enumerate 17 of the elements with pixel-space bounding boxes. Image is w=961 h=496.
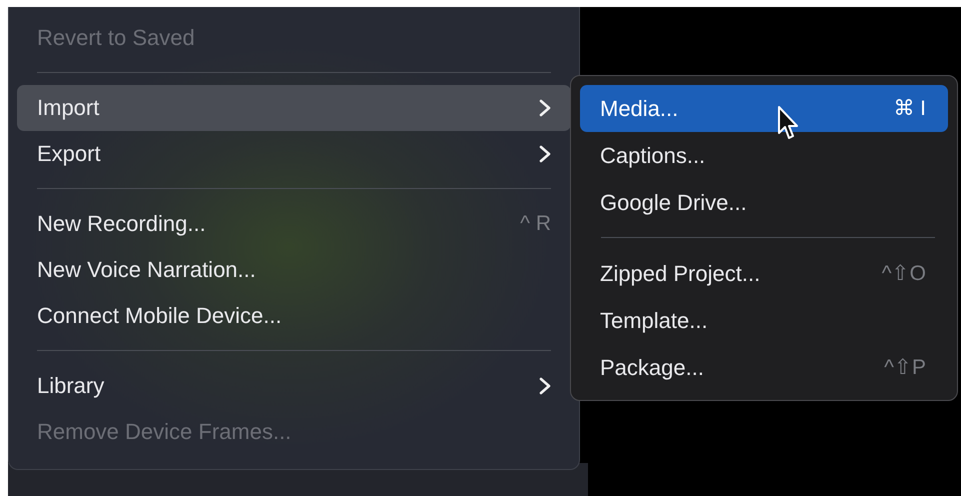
shortcut-label: ^⇧O [882, 261, 926, 286]
menu-item[interactable]: Package... ^⇧P [580, 344, 948, 391]
menu-item[interactable]: Google Drive... [580, 179, 948, 226]
shortcut-label: ^⇧P [884, 355, 926, 380]
shortcut-label: ^ R [520, 212, 551, 236]
menu-item[interactable]: Media... ⌘ I [580, 85, 948, 132]
pointer-icon [777, 105, 801, 141]
menu-item[interactable]: Template... [580, 297, 948, 344]
menu-item[interactable]: Captions... [580, 132, 948, 179]
menu-item[interactable]: New Recording... ^ R [17, 201, 571, 247]
menu-item[interactable]: Library [17, 363, 571, 409]
menu-item[interactable]: Zipped Project... ^⇧O [580, 250, 948, 297]
menu-item[interactable]: Connect Mobile Device... [17, 293, 571, 339]
menu-item[interactable]: Export [17, 131, 571, 177]
menu-item[interactable]: Import [17, 85, 571, 131]
menu-item[interactable]: New Voice Narration... [17, 247, 571, 293]
shortcut-label: ⌘ I [893, 96, 926, 121]
